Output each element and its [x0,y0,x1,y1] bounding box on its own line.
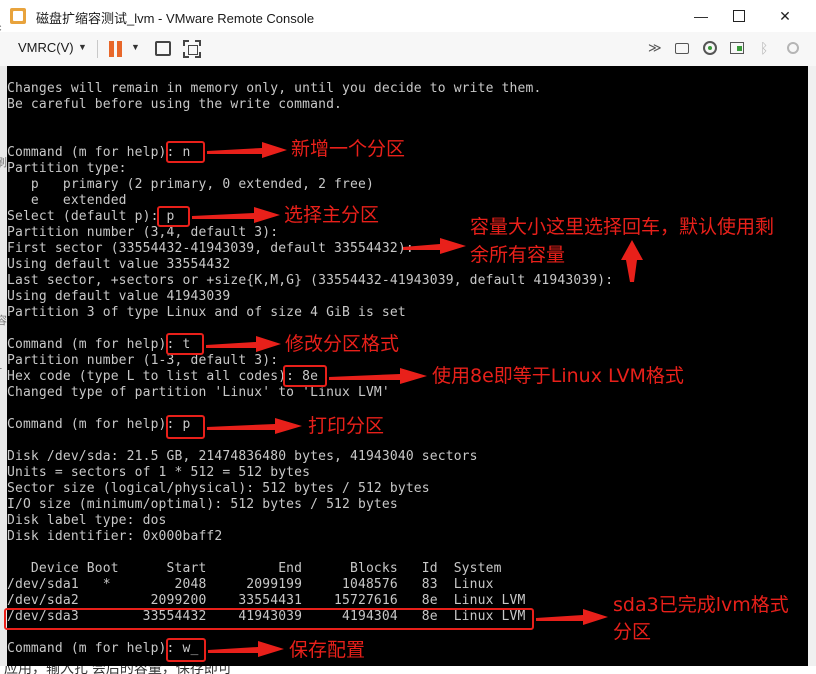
note-change-type: 修改分区格式 [285,333,400,355]
arrow-shape [206,336,281,352]
arrow-shape [207,418,302,434]
background-bottom-text: 应用，输入扎 会后的容量，保存即可 [4,666,232,674]
arrow-shape [207,142,287,158]
arrow-shape [208,641,284,657]
arrow-shape [192,207,280,223]
note-primary-partition: 选择主分区 [284,204,380,226]
note-size-default-line2: 余所有容量 [470,244,566,266]
note-8e-lvm: 使用8e即等于Linux LVM格式 [432,365,684,387]
note-sda3-done-line1: sda3已完成lvm格式 [613,594,789,616]
arrow-shape [621,240,643,282]
arrow-shape [403,238,466,254]
note-save-config: 保存配置 [289,639,366,661]
note-size-default-line1: 容量大小这里选择回车，默认使用剩 [470,216,775,238]
annotation-arrows [192,142,643,657]
note-add-partition: 新增一个分区 [291,138,406,160]
arrow-shape [329,368,427,384]
note-sda3-done-line2: 分区 [613,621,652,643]
background-page-bottom: 应用，输入扎 会后的容量，保存即可 [0,666,816,674]
arrow-shape [536,609,608,625]
note-print-partitions: 打印分区 [308,415,385,437]
